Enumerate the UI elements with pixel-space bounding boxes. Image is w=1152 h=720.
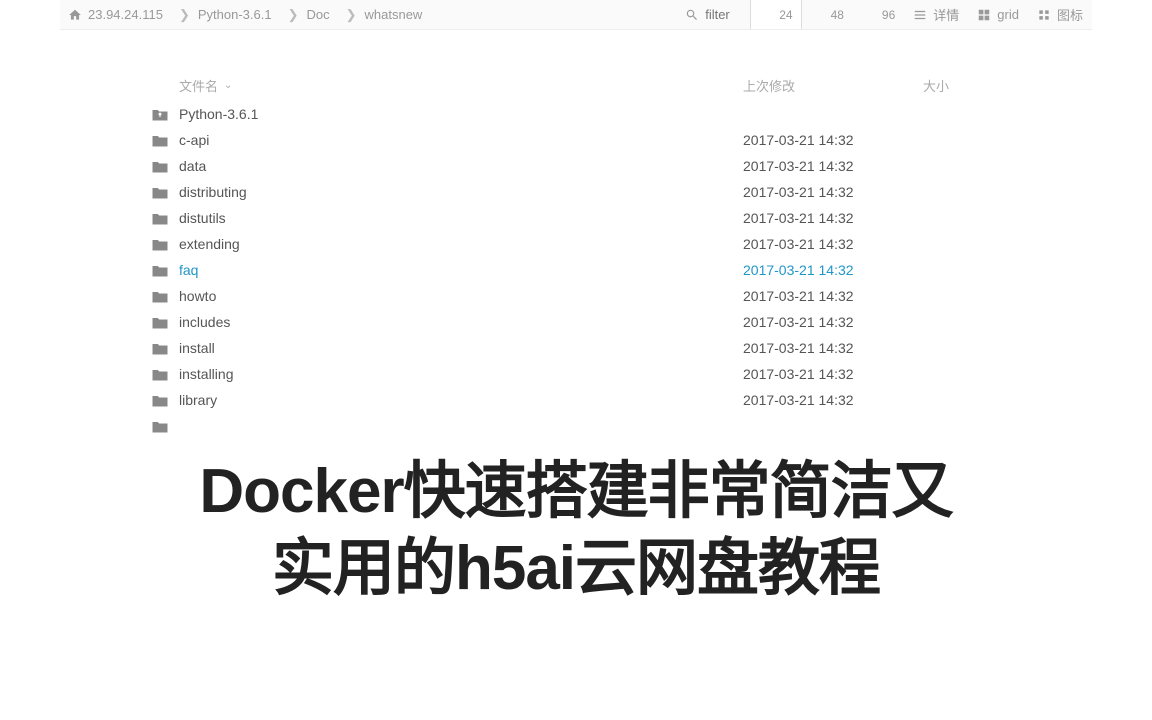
expand-icon [862, 8, 876, 22]
crumb-3[interactable]: ❯ whatsnew [338, 0, 431, 29]
row-name: howto [179, 288, 743, 304]
table-row[interactable]: c-api2017-03-21 14:32 [141, 127, 1011, 153]
expand-icon [811, 8, 825, 22]
row-date: 2017-03-21 14:32 [743, 340, 923, 356]
view-label: grid [997, 7, 1019, 22]
crumb-2[interactable]: ❯ Doc [280, 0, 338, 29]
folder-icon [149, 339, 171, 357]
size-24-button[interactable]: 24 [750, 0, 801, 29]
row-date: 2017-03-21 14:32 [743, 262, 923, 278]
row-name: install [179, 340, 743, 356]
parent-row[interactable]: Python-3.6.1 [141, 101, 1011, 127]
row-date: 2017-03-21 14:32 [743, 366, 923, 382]
grid-icon [977, 8, 991, 22]
header-name[interactable]: 文件名 ⌄ [149, 76, 743, 95]
breadcrumb: 23.94.24.115 ❯ Python-3.6.1 ❯ Doc ❯ what… [60, 0, 676, 29]
row-name: Python-3.6.1 [179, 106, 743, 122]
folder-icon [149, 261, 171, 279]
filter-input[interactable] [705, 7, 741, 22]
chevron-right-icon: ❯ [288, 7, 299, 23]
size-label: 24 [779, 8, 792, 22]
row-date: 2017-03-21 14:32 [743, 210, 923, 226]
folder-icon [149, 391, 171, 409]
crumb-label: Doc [306, 7, 329, 22]
row-date: 2017-03-21 14:32 [743, 236, 923, 252]
crumb-home[interactable]: 23.94.24.115 [60, 0, 171, 29]
size-96-button[interactable]: 96 [853, 0, 904, 29]
folder-icon [149, 313, 171, 331]
row-date: 2017-03-21 14:32 [743, 288, 923, 304]
table-row[interactable]: distributing2017-03-21 14:32 [141, 179, 1011, 205]
row-date: 2017-03-21 14:32 [743, 184, 923, 200]
toolbar: 24 48 96 详情 grid 图标 [676, 0, 1092, 29]
expand-icon [759, 8, 773, 22]
view-label: 详情 [933, 5, 959, 24]
row-date: 2017-03-21 14:32 [743, 132, 923, 148]
row-name: data [179, 158, 743, 174]
chevron-down-icon: ⌄ [224, 80, 232, 91]
row-name: includes [179, 314, 743, 330]
view-label: 图标 [1057, 5, 1083, 24]
crumb-label: Python-3.6.1 [198, 7, 272, 22]
overlay-title: Docker快速搭建非常简洁又 实用的h5ai云网盘教程 [0, 440, 1152, 620]
table-row[interactable]: library2017-03-21 14:32 [141, 387, 1011, 413]
row-name: faq [179, 262, 743, 278]
home-icon [68, 8, 82, 22]
folder-icon [149, 287, 171, 305]
search-icon [685, 8, 699, 22]
folder-icon [149, 235, 171, 253]
folder-icon [149, 157, 171, 175]
folder-icon [149, 209, 171, 227]
row-name: c-api [179, 132, 743, 148]
table-row[interactable]: distutils2017-03-21 14:32 [141, 205, 1011, 231]
table-header: 文件名 ⌄ 上次修改 大小 [141, 70, 1011, 101]
chevron-right-icon: ❯ [179, 7, 190, 23]
folder-icon [149, 183, 171, 201]
row-name: installing [179, 366, 743, 382]
view-grid-button[interactable]: grid [968, 0, 1028, 29]
crumb-label: whatsnew [365, 7, 423, 22]
folder-icon [149, 131, 171, 149]
view-details-button[interactable]: 详情 [904, 0, 968, 29]
row-name: distutils [179, 210, 743, 226]
icons-icon [1037, 8, 1051, 22]
table-row[interactable]: install2017-03-21 14:32 [141, 335, 1011, 361]
view-icons-button[interactable]: 图标 [1028, 0, 1092, 29]
filter-tool[interactable] [676, 0, 750, 29]
row-name: library [179, 392, 743, 408]
folder-icon [149, 417, 171, 435]
crumb-host: 23.94.24.115 [88, 7, 163, 22]
size-48-button[interactable]: 48 [802, 0, 853, 29]
header-size[interactable]: 大小 [923, 76, 1003, 95]
row-date: 2017-03-21 14:32 [743, 158, 923, 174]
overlay-line-1: Docker快速搭建非常简洁又 [0, 453, 1152, 531]
crumb-1[interactable]: ❯ Python-3.6.1 [171, 0, 280, 29]
folder-icon [149, 365, 171, 383]
table-row[interactable]: extending2017-03-21 14:32 [141, 231, 1011, 257]
overlay-line-2: 实用的h5ai云网盘教程 [0, 530, 1152, 608]
table-row[interactable] [141, 413, 1011, 439]
row-date: 2017-03-21 14:32 [743, 314, 923, 330]
row-date: 2017-03-21 14:32 [743, 392, 923, 408]
chevron-right-icon: ❯ [346, 7, 357, 23]
header-date[interactable]: 上次修改 [743, 76, 923, 95]
table-row[interactable]: installing2017-03-21 14:32 [141, 361, 1011, 387]
folder-up-icon [149, 105, 171, 123]
row-name: distributing [179, 184, 743, 200]
row-name: extending [179, 236, 743, 252]
size-label: 96 [882, 8, 895, 22]
size-label: 48 [831, 8, 844, 22]
table-row[interactable]: includes2017-03-21 14:32 [141, 309, 1011, 335]
table-row[interactable]: data2017-03-21 14:32 [141, 153, 1011, 179]
topbar: 23.94.24.115 ❯ Python-3.6.1 ❯ Doc ❯ what… [60, 0, 1092, 30]
list-icon [913, 8, 927, 22]
table-row[interactable]: faq2017-03-21 14:32 [141, 257, 1011, 283]
table-row[interactable]: howto2017-03-21 14:32 [141, 283, 1011, 309]
